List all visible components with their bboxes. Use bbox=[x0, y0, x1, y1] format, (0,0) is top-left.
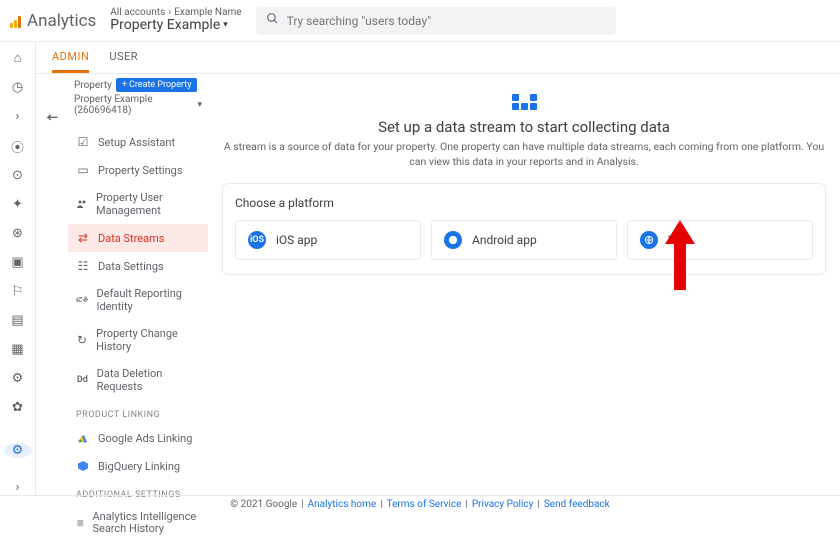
plus-icon: + bbox=[122, 80, 127, 90]
data-stream-icon bbox=[512, 94, 537, 110]
platform-card: Choose a platform iOS iOS app Android ap… bbox=[222, 183, 826, 275]
analytics-logo-icon bbox=[10, 14, 21, 28]
dollar-icon[interactable]: ⊙ bbox=[10, 168, 26, 183]
hero: Set up a data stream to start collecting… bbox=[222, 82, 826, 183]
crumb-property-name: Property Example bbox=[110, 18, 220, 33]
platform-android-button[interactable]: Android app bbox=[431, 220, 617, 260]
grid-icon[interactable]: ▦ bbox=[10, 342, 26, 357]
expand-rail-icon[interactable]: › bbox=[10, 480, 26, 495]
footer-link-tos[interactable]: Terms of Service bbox=[387, 499, 462, 510]
people-icon bbox=[76, 197, 88, 211]
tab-admin[interactable]: ADMIN bbox=[52, 42, 89, 73]
platform-ios-button[interactable]: iOS iOS app bbox=[235, 220, 421, 260]
tab-user[interactable]: USER bbox=[109, 42, 138, 73]
search-bar[interactable] bbox=[256, 7, 616, 35]
globe-icon[interactable]: ⊛ bbox=[10, 226, 26, 241]
caret-down-icon: ▾ bbox=[197, 100, 202, 110]
back-arrow-icon[interactable] bbox=[44, 110, 60, 495]
nav-setup-assistant[interactable]: ☑Setup Assistant bbox=[68, 128, 208, 156]
admin-gear-icon[interactable]: ⚙ bbox=[4, 443, 32, 458]
footer-link-home[interactable]: Analytics home bbox=[308, 499, 377, 510]
left-nav-rail: ⌂ ◷ › ⦿ ⊙ ✦ ⊛ ▣ ⚐ ▤ ▦ ⚙ ✿ ⚙ › bbox=[0, 42, 36, 495]
app-header: Analytics All accounts › Example Name Pr… bbox=[0, 0, 840, 42]
history-icon: ↻ bbox=[76, 333, 88, 347]
explore-icon[interactable]: ▣ bbox=[10, 255, 26, 270]
flash-icon[interactable]: ✦ bbox=[10, 197, 26, 212]
android-icon bbox=[444, 231, 462, 249]
main-content: Set up a data stream to start collecting… bbox=[208, 74, 840, 495]
property-selector[interactable]: Property Example (260696418) ▾ bbox=[68, 94, 208, 122]
google-ads-icon bbox=[76, 431, 90, 445]
clock-icon[interactable]: ◷ bbox=[10, 80, 26, 95]
library-icon[interactable]: ▤ bbox=[10, 313, 26, 328]
property-column: Property + Create Property Property Exam… bbox=[68, 74, 208, 495]
nav-ads-linking[interactable]: Google Ads Linking bbox=[68, 424, 208, 452]
nav-change-history[interactable]: ↻Property Change History bbox=[68, 320, 208, 360]
search-input[interactable] bbox=[287, 14, 606, 28]
settings-icon[interactable]: ✿ bbox=[10, 400, 26, 415]
flag-icon[interactable]: ⚐ bbox=[10, 284, 26, 299]
ios-icon: iOS bbox=[248, 231, 266, 249]
choose-platform-title: Choose a platform bbox=[235, 196, 813, 210]
footer-copyright: © 2021 Google bbox=[230, 499, 297, 510]
home-icon[interactable]: ⌂ bbox=[10, 50, 26, 66]
footer-link-privacy[interactable]: Privacy Policy bbox=[472, 499, 534, 510]
nav-reporting-identity[interactable]: ፎቆDefault Reporting Identity bbox=[68, 280, 208, 320]
caret-down-icon: ▾ bbox=[223, 21, 228, 31]
hero-subtitle: A stream is a source of data for your pr… bbox=[222, 140, 826, 169]
nav-property-settings[interactable]: ▭Property Settings bbox=[68, 156, 208, 184]
nav-user-management[interactable]: Property User Management bbox=[68, 184, 208, 224]
property-label: Property bbox=[74, 80, 112, 91]
nav-bigquery-linking[interactable]: BigQuery Linking bbox=[68, 452, 208, 480]
nav-data-settings[interactable]: ☷Data Settings bbox=[68, 252, 208, 280]
nav-deletion-requests[interactable]: DdData Deletion Requests bbox=[68, 360, 208, 400]
search-history-icon: ≡ bbox=[76, 516, 84, 530]
tag-icon[interactable]: ⦿ bbox=[10, 138, 26, 154]
database-icon: ☷ bbox=[76, 259, 90, 273]
footer-link-feedback[interactable]: Send feedback bbox=[544, 499, 610, 510]
app-logo[interactable]: Analytics bbox=[10, 11, 96, 31]
search-icon bbox=[266, 12, 279, 29]
delete-icon: Dd bbox=[76, 373, 89, 387]
nav-data-streams[interactable]: ⇄Data Streams bbox=[68, 224, 208, 252]
footer: © 2021 Google | Analytics home | Terms o… bbox=[0, 495, 840, 513]
brand-name: Analytics bbox=[27, 11, 96, 31]
settings-box-icon: ▭ bbox=[76, 163, 90, 177]
bigquery-icon bbox=[76, 459, 90, 473]
section-product-linking: PRODUCT LINKING bbox=[68, 400, 208, 424]
account-property-picker[interactable]: All accounts › Example Name Property Exa… bbox=[110, 7, 241, 33]
admin-tabs: ADMIN USER bbox=[36, 42, 840, 74]
config-icon[interactable]: ⚙ bbox=[10, 371, 26, 386]
check-icon: ☑ bbox=[76, 135, 90, 149]
chevron-right-icon[interactable]: › bbox=[10, 109, 26, 124]
identity-icon: ፎቆ bbox=[76, 293, 88, 307]
create-property-button[interactable]: + Create Property bbox=[116, 78, 198, 92]
hero-title: Set up a data stream to start collecting… bbox=[222, 118, 826, 136]
platform-web-button[interactable]: Web bbox=[627, 220, 813, 260]
stream-icon: ⇄ bbox=[76, 231, 90, 245]
web-icon bbox=[640, 231, 658, 249]
